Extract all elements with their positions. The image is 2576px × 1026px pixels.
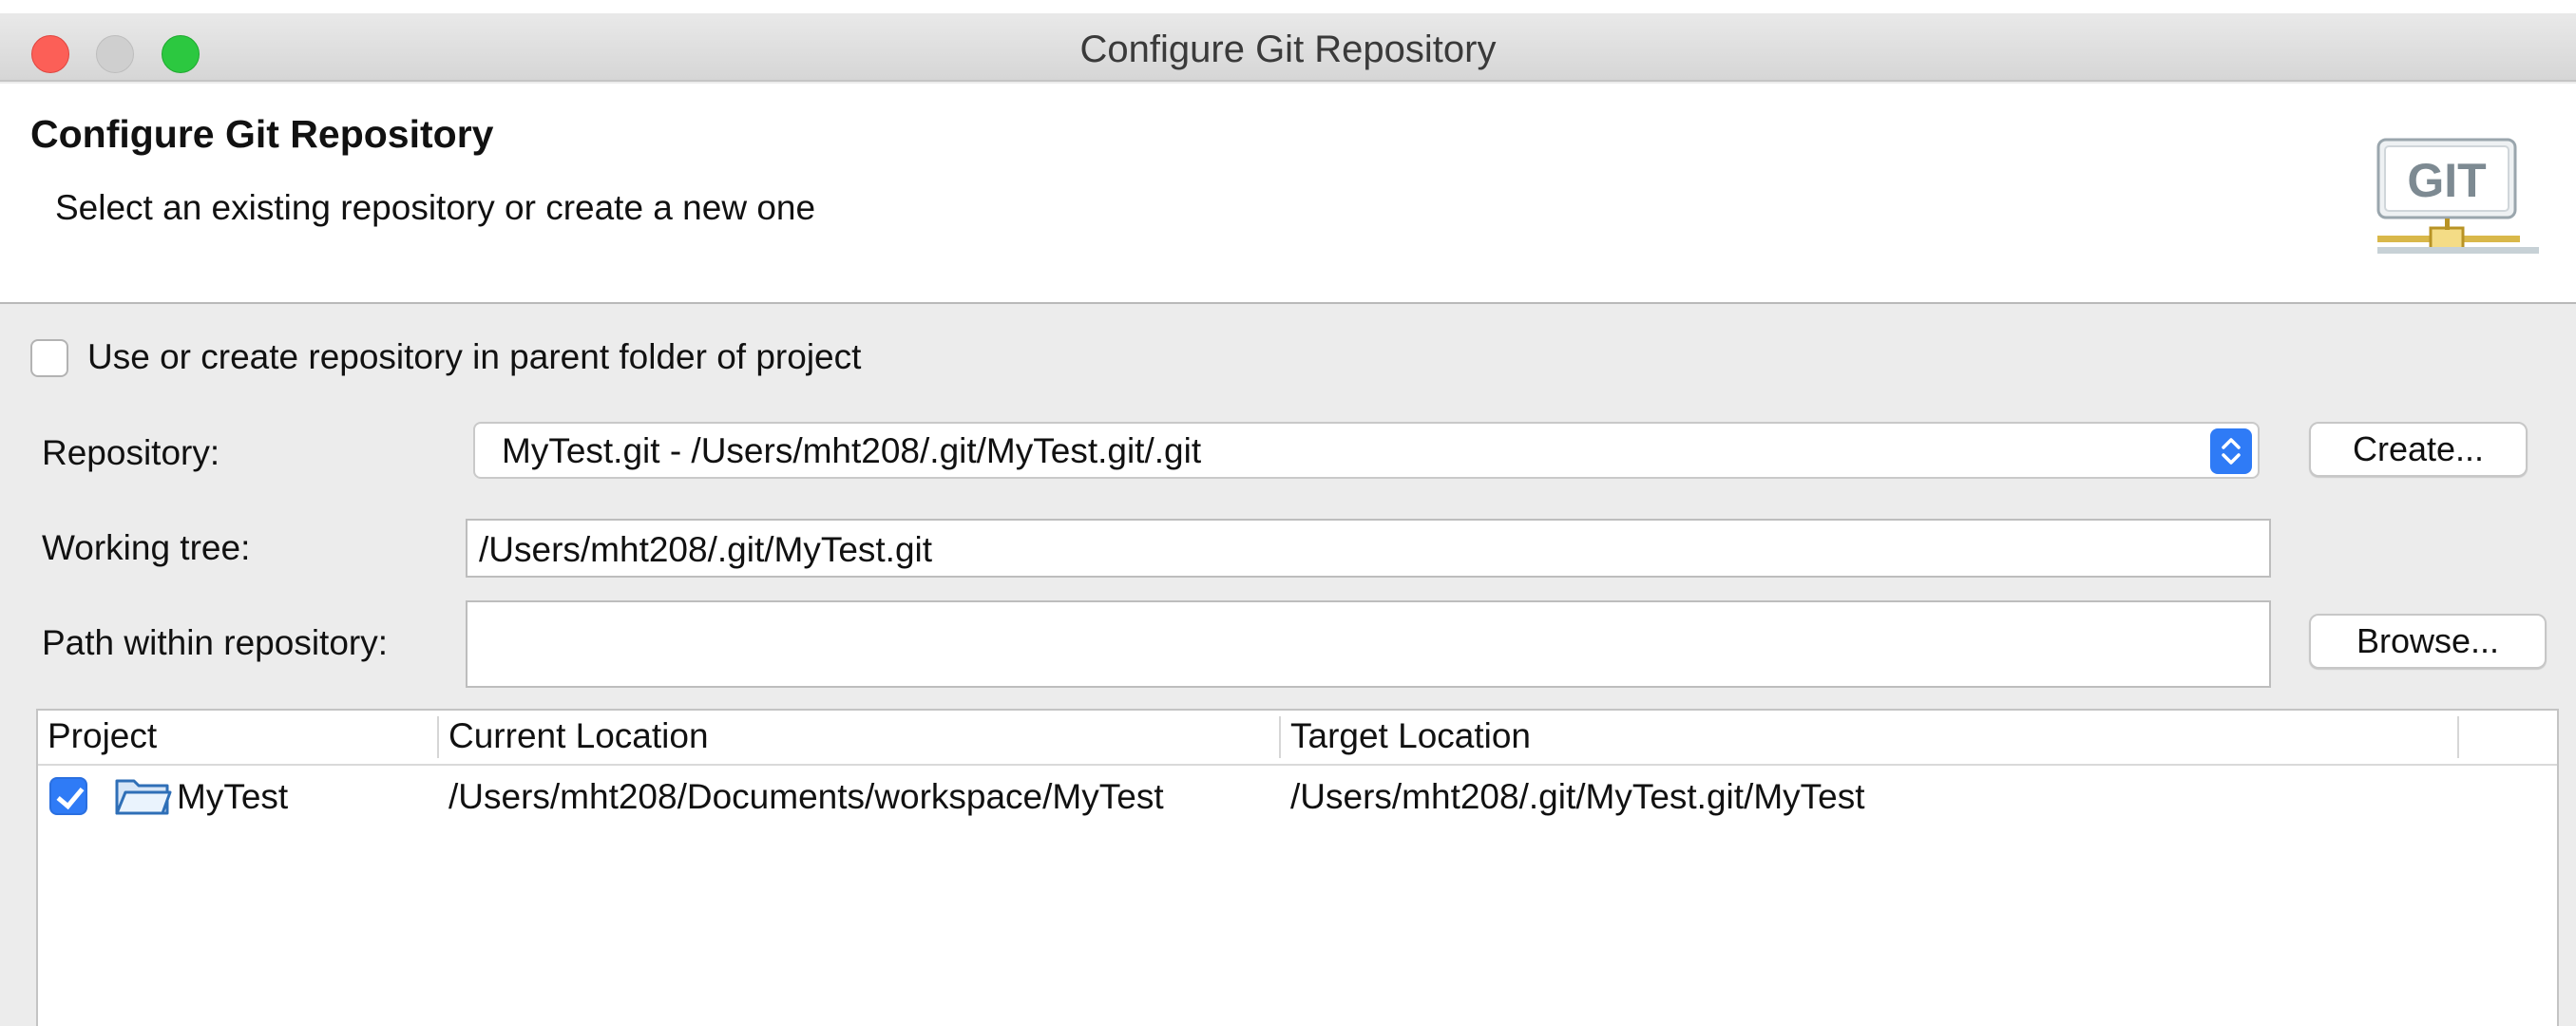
browse-button[interactable]: Browse... (2309, 614, 2547, 669)
projects-table: Project Current Location Target Location… (36, 709, 2559, 1026)
repository-select[interactable]: MyTest.git - /Users/mht208/.git/MyTest.g… (473, 422, 2260, 479)
wizard-banner: Configure Git Repository Select an exist… (0, 84, 2576, 304)
column-divider[interactable] (2457, 716, 2459, 758)
git-logo-text: GIT (2407, 154, 2486, 207)
page-description: Select an existing repository or create … (55, 188, 816, 227)
path-within-repository-field[interactable] (466, 600, 2271, 688)
table-header: Project Current Location Target Location (38, 711, 2557, 766)
target-location-cell: /Users/mht208/.git/MyTest.git/MyTest (1290, 777, 1865, 816)
window-title: Configure Git Repository (1079, 28, 1497, 70)
screen-top-strip (0, 0, 2576, 13)
column-header-project[interactable]: Project (48, 716, 157, 756)
configure-git-repository-window: Configure Git Repository Configure Git R… (0, 0, 2576, 1026)
working-tree-field[interactable]: /Users/mht208/.git/MyTest.git (466, 519, 2271, 578)
working-tree-label: Working tree: (42, 528, 251, 567)
column-divider[interactable] (437, 716, 439, 758)
updown-chevron-icon[interactable] (2210, 428, 2252, 474)
column-divider[interactable] (1279, 716, 1281, 758)
page-title: Configure Git Repository (30, 112, 494, 156)
title-bar[interactable]: Configure Git Repository (0, 13, 2576, 82)
working-tree-value: /Users/mht208/.git/MyTest.git (479, 530, 933, 569)
project-row-checkbox[interactable] (49, 777, 87, 815)
project-name: MyTest (177, 777, 289, 816)
create-button[interactable]: Create... (2309, 422, 2528, 477)
repository-select-value: MyTest.git - /Users/mht208/.git/MyTest.g… (502, 431, 1202, 470)
column-header-current-location[interactable]: Current Location (448, 716, 709, 756)
table-row[interactable]: MyTest /Users/mht208/Documents/workspace… (38, 768, 2557, 825)
current-location-cell: /Users/mht208/Documents/workspace/MyTest (448, 777, 1164, 816)
folder-icon (115, 779, 172, 815)
git-logo-icon: GIT (2376, 138, 2539, 254)
repository-label: Repository: (42, 433, 220, 472)
parent-folder-checkbox-label[interactable]: Use or create repository in parent folde… (87, 337, 861, 377)
column-header-target-location[interactable]: Target Location (1290, 716, 1531, 756)
parent-folder-checkbox[interactable] (30, 339, 68, 377)
path-within-repository-label: Path within repository: (42, 623, 389, 662)
